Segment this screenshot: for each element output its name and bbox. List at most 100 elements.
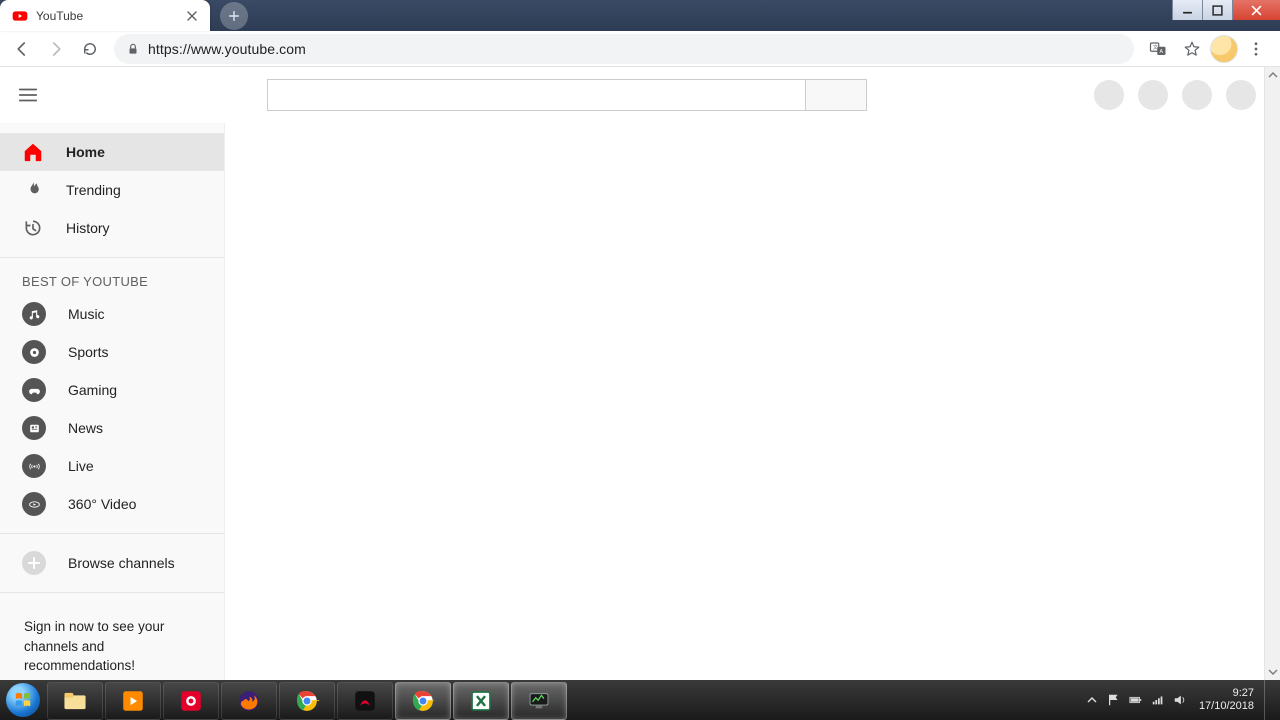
nav-reload-button[interactable] xyxy=(74,33,106,65)
sidebar-item-label: Live xyxy=(68,458,94,474)
sidebar-item-sports[interactable]: Sports xyxy=(0,333,224,371)
sidebar-item-home[interactable]: Home xyxy=(0,133,224,171)
sidebar-item-gaming[interactable]: Gaming xyxy=(0,371,224,409)
sidebar-item-label: News xyxy=(68,420,103,436)
sidebar-item-trending[interactable]: Trending xyxy=(0,171,224,209)
address-bar[interactable]: https://www.youtube.com xyxy=(114,34,1134,64)
browser-menu-icon[interactable] xyxy=(1240,33,1272,65)
news-icon xyxy=(22,416,46,440)
sidebar-item-history[interactable]: History xyxy=(0,209,224,247)
minimize-button[interactable] xyxy=(1172,0,1202,20)
header-skeleton-buttons xyxy=(1094,80,1264,110)
tray-date: 17/10/2018 xyxy=(1199,700,1254,713)
sidebar-separator xyxy=(0,533,224,534)
taskbar-app-media-player[interactable] xyxy=(105,682,161,720)
youtube-search xyxy=(267,79,867,111)
monitor-app-icon xyxy=(526,688,552,714)
taskbar-app-explorer[interactable] xyxy=(47,682,103,720)
windows-logo-icon xyxy=(6,683,40,717)
youtube-header xyxy=(0,67,1280,123)
home-icon xyxy=(22,141,44,163)
windows-taskbar: 9:27 17/10/2018 xyxy=(0,680,1280,720)
vertical-scrollbar[interactable] xyxy=(1264,67,1280,680)
header-placeholder-icon xyxy=(1182,80,1212,110)
svg-text:文: 文 xyxy=(1153,43,1159,51)
file-explorer-icon xyxy=(62,688,88,714)
address-url: https://www.youtube.com xyxy=(148,41,306,57)
taskbar-app-monitor[interactable] xyxy=(511,682,567,720)
browser-toolbar: https://www.youtube.com 文A xyxy=(0,31,1280,67)
sidebar-item-label: Music xyxy=(68,306,105,322)
tab-strip: YouTube xyxy=(0,0,248,31)
app-generic-icon xyxy=(352,688,378,714)
video360-icon xyxy=(22,492,46,516)
tray-time: 9:27 xyxy=(1199,687,1254,700)
taskbar-app-firefox[interactable] xyxy=(221,682,277,720)
sidebar-item-label: Home xyxy=(66,144,105,160)
show-desktop-button[interactable] xyxy=(1264,680,1276,720)
nav-forward-button[interactable] xyxy=(40,33,72,65)
sidebar-separator xyxy=(0,592,224,593)
start-button[interactable] xyxy=(0,680,46,720)
sidebar-item-live[interactable]: Live xyxy=(0,447,224,485)
tray-battery-icon[interactable] xyxy=(1127,691,1145,709)
scroll-up-icon[interactable] xyxy=(1265,67,1280,83)
sidebar-item-label: Sports xyxy=(68,344,108,360)
tray-wifi-icon[interactable] xyxy=(1149,691,1167,709)
taskbar-app-recorder[interactable] xyxy=(163,682,219,720)
media-player-icon xyxy=(120,688,146,714)
taskbar-app-chrome-running[interactable] xyxy=(395,682,451,720)
sports-icon xyxy=(22,340,46,364)
trending-icon xyxy=(22,179,44,201)
youtube-favicon-icon xyxy=(12,8,28,24)
tray-overflow-icon[interactable] xyxy=(1083,691,1101,709)
nav-back-button[interactable] xyxy=(6,33,38,65)
taskbar-app-chrome-pinned[interactable] xyxy=(279,682,335,720)
sidebar-separator xyxy=(0,257,224,258)
maximize-button[interactable] xyxy=(1202,0,1232,20)
youtube-page: Home Trending History BEST OF YOUTUBE Mu… xyxy=(0,67,1280,680)
tab-close-icon[interactable] xyxy=(184,8,200,24)
taskbar-app-garena[interactable] xyxy=(337,682,393,720)
signin-prompt-text: Sign in now to see your channels and rec… xyxy=(0,603,224,680)
search-button[interactable] xyxy=(805,79,867,111)
scroll-down-icon[interactable] xyxy=(1265,664,1280,680)
tray-clock[interactable]: 9:27 17/10/2018 xyxy=(1193,687,1260,712)
firefox-icon xyxy=(236,688,262,714)
close-button[interactable] xyxy=(1232,0,1280,20)
header-placeholder-icon xyxy=(1226,80,1256,110)
sidebar-item-music[interactable]: Music xyxy=(0,295,224,333)
profile-avatar-button[interactable] xyxy=(1210,35,1238,63)
tray-flag-icon[interactable] xyxy=(1105,691,1123,709)
youtube-sidebar: Home Trending History BEST OF YOUTUBE Mu… xyxy=(0,123,225,680)
sidebar-item-360video[interactable]: 360° Video xyxy=(0,485,224,523)
system-tray: 9:27 17/10/2018 xyxy=(1083,680,1280,720)
sidebar-item-browse-channels[interactable]: Browse channels xyxy=(0,544,224,582)
search-input[interactable] xyxy=(267,79,805,111)
window-controls xyxy=(1172,0,1280,20)
excel-icon xyxy=(468,688,494,714)
recorder-icon xyxy=(178,688,204,714)
sidebar-item-label: Gaming xyxy=(68,382,117,398)
sidebar-heading-best: BEST OF YOUTUBE xyxy=(0,268,224,295)
taskbar-pinned-apps xyxy=(46,680,568,720)
youtube-main-content xyxy=(225,123,1280,680)
sidebar-item-label: 360° Video xyxy=(68,496,136,512)
tab-title: YouTube xyxy=(36,9,176,23)
translate-icon[interactable]: 文A xyxy=(1142,33,1174,65)
bookmark-star-icon[interactable] xyxy=(1176,33,1208,65)
new-tab-button[interactable] xyxy=(220,2,248,30)
sidebar-item-label: Browse channels xyxy=(68,555,175,571)
taskbar-app-excel[interactable] xyxy=(453,682,509,720)
header-placeholder-icon xyxy=(1138,80,1168,110)
window-titlebar: YouTube xyxy=(0,0,1280,31)
sidebar-item-news[interactable]: News xyxy=(0,409,224,447)
header-placeholder-icon xyxy=(1094,80,1124,110)
gaming-icon xyxy=(22,378,46,402)
sidebar-item-label: Trending xyxy=(66,182,121,198)
tray-volume-icon[interactable] xyxy=(1171,691,1189,709)
hamburger-menu-icon[interactable] xyxy=(16,83,40,107)
plus-circle-icon xyxy=(22,551,46,575)
live-icon xyxy=(22,454,46,478)
browser-tab-youtube[interactable]: YouTube xyxy=(0,0,210,31)
